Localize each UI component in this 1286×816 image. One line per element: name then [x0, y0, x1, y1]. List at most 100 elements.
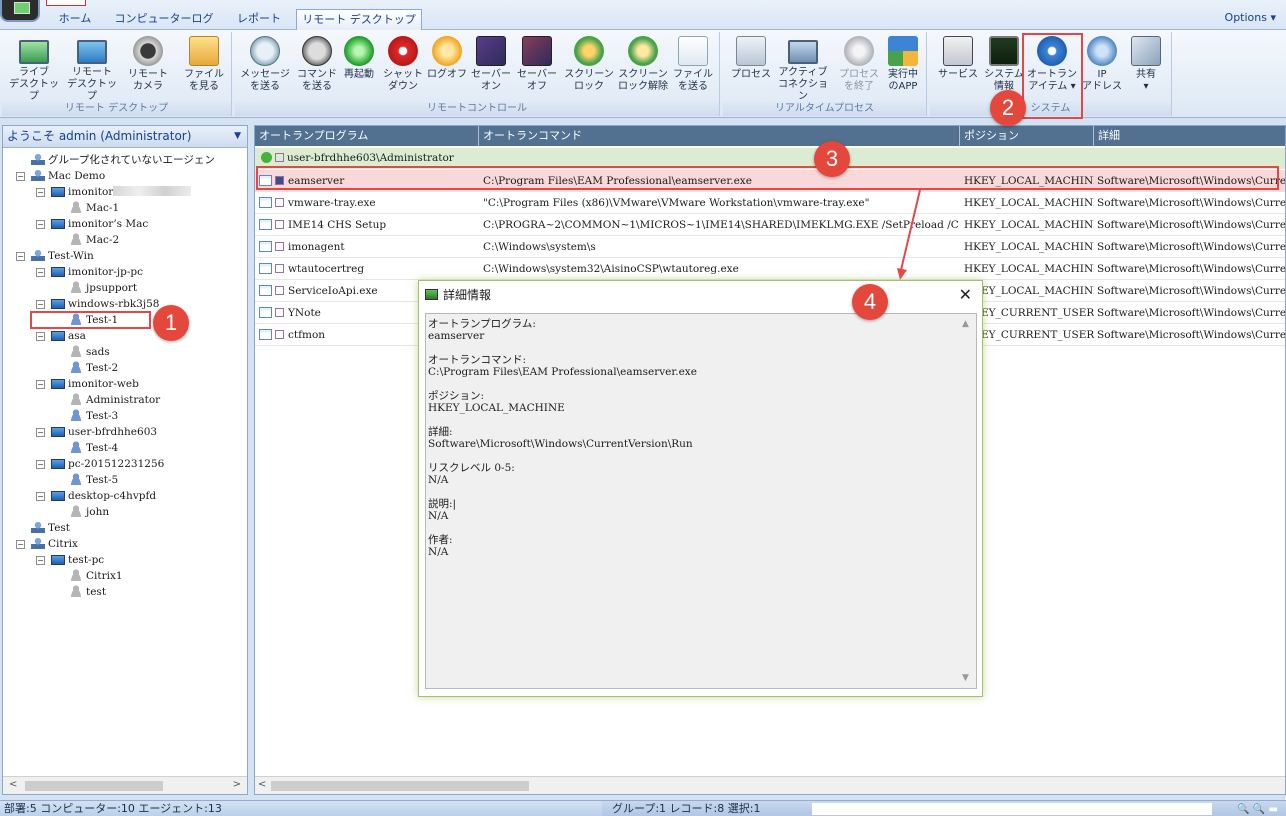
screen-unlock-button[interactable]: スクリーン ロック解除	[615, 36, 671, 102]
column-header-program[interactable]: オートランプログラム	[255, 126, 479, 146]
tree-node-pc-201512231256[interactable]: pc-201512231256	[51, 456, 164, 472]
tree-node-citrix[interactable]: Citrix	[31, 536, 78, 552]
tree-node-imonitor-web[interactable]: imonitor-web	[51, 376, 139, 392]
user-icon	[69, 569, 83, 581]
checkbox[interactable]	[275, 220, 284, 229]
collapse-icon[interactable]: −	[16, 252, 25, 261]
checkbox[interactable]	[275, 198, 284, 207]
tree-node-test-4[interactable]: Test-4	[69, 440, 118, 456]
tree-node-test[interactable]: Test	[31, 520, 70, 536]
tab-report[interactable]: レポート	[224, 9, 294, 30]
collapse-icon[interactable]: −	[36, 460, 45, 469]
scroll-left-icon[interactable]: <	[258, 779, 266, 790]
zoom-icon[interactable]: 🔍 🔍 ▬	[1237, 802, 1278, 816]
tree-node-asa[interactable]: asa	[51, 328, 86, 344]
tree-node-test-3[interactable]: Test-3	[69, 408, 118, 424]
status-search-field[interactable]	[812, 803, 1212, 815]
computer-icon	[51, 491, 65, 501]
column-header-command[interactable]: オートランコマンド	[479, 126, 960, 146]
tab-home[interactable]: ホーム	[46, 9, 104, 30]
tree-node-john[interactable]: john	[69, 504, 109, 520]
checkbox[interactable]	[275, 242, 284, 251]
collapse-icon[interactable]: −	[36, 268, 45, 277]
detail-field: オートランプログラム: eamserver	[428, 318, 536, 342]
remote-desktop-button[interactable]: リモート デスクトップ	[64, 36, 120, 102]
close-icon[interactable]: ✕	[959, 281, 972, 309]
tree-node-user-bfrdhhe603[interactable]: user-bfrdhhe603	[51, 424, 157, 440]
collapse-icon[interactable]: −	[16, 540, 25, 549]
tree-node-imonitor[interactable]: imonitor	[51, 184, 192, 200]
remote-camera-button[interactable]: リモート カメラ	[120, 36, 176, 102]
checkbox[interactable]	[275, 264, 284, 273]
tree-node-sads[interactable]: sads	[69, 344, 110, 360]
tab-remote-desktop[interactable]: リモート デスクトップ	[296, 9, 422, 31]
app-logo-icon[interactable]	[0, 0, 40, 22]
process-button[interactable]: プロセス	[723, 36, 779, 102]
user-icon	[69, 409, 83, 421]
tree-node-test-leaf[interactable]: test	[69, 584, 106, 600]
screen-lock-button[interactable]: スクリーン ロック	[561, 36, 617, 102]
checkbox[interactable]	[275, 153, 284, 162]
welcome-header[interactable]: ようこそ admin (Administrator) ▼	[3, 126, 247, 148]
table-row[interactable]: imonagent C:\Windows\system\s HKEY_LOCAL…	[255, 236, 1285, 258]
tab-computer-log[interactable]: コンピューターログ	[106, 9, 222, 30]
dropdown-arrow-icon[interactable]: ▼	[234, 126, 241, 147]
tree-node-test-pc[interactable]: test-pc	[51, 552, 104, 568]
active-connection-button[interactable]: アクティブ コネクション	[775, 36, 831, 102]
column-header-position[interactable]: ポジション	[960, 126, 1094, 146]
collapse-icon[interactable]: −	[36, 556, 45, 565]
share-button[interactable]: 共有 ▾	[1118, 36, 1174, 102]
scrollbar-thumb[interactable]	[271, 781, 529, 791]
tree-node-desktop-c4hvpfd[interactable]: desktop-c4hvpfd	[51, 488, 156, 504]
checkbox[interactable]	[275, 330, 284, 339]
scroll-up-icon[interactable]: ▲	[962, 318, 969, 330]
tree-node-ungrouped[interactable]: グループ化されていないエージェン	[31, 152, 215, 168]
table-row[interactable]: vmware-tray.exe "C:\Program Files (x86)\…	[255, 192, 1285, 214]
tree-node-jpsupport[interactable]: jpsupport	[69, 280, 137, 296]
dialog-vertical-scrollbar[interactable]: ▲ ▼	[960, 316, 974, 686]
scroll-left-icon[interactable]: <	[9, 779, 17, 790]
dialog-titlebar[interactable]: 詳細情報 ✕	[419, 281, 982, 309]
collapse-icon[interactable]: −	[16, 172, 25, 181]
collapse-icon[interactable]: −	[36, 492, 45, 501]
tree-node-test-win[interactable]: Test-Win	[31, 248, 94, 264]
collapse-icon[interactable]: −	[36, 220, 45, 229]
collapse-icon[interactable]: −	[36, 188, 45, 197]
send-message-button[interactable]: メッセージ を送る	[237, 36, 293, 102]
scrollbar-thumb[interactable]	[25, 781, 163, 791]
computer-icon	[51, 331, 65, 341]
saver-off-button[interactable]: セーバー オフ	[509, 36, 565, 102]
collapse-icon[interactable]: −	[36, 332, 45, 341]
live-desktop-button[interactable]: ライブ デスクトップ	[6, 36, 62, 102]
table-row[interactable]: IME14 CHS Setup C:\PROGRA~2\COMMON~1\MIC…	[255, 214, 1285, 236]
collapse-icon[interactable]: −	[36, 300, 45, 309]
tree-node-test-5[interactable]: Test-5	[69, 472, 118, 488]
computer-icon	[51, 427, 65, 437]
column-header-detail[interactable]: 詳細	[1094, 126, 1285, 146]
tree-node-mac-demo[interactable]: Mac Demo	[31, 168, 105, 184]
tree-node-imonitor-jp-pc[interactable]: imonitor-jp-pc	[51, 264, 143, 280]
dialog-details-text[interactable]: オートランプログラム: eamserver オートランコマンド: C:\Progra…	[425, 313, 977, 689]
tree-node-administrator[interactable]: Administrator	[69, 392, 160, 408]
tree-horizontal-scrollbar[interactable]: < >	[3, 776, 247, 794]
table-row[interactable]: wtautocertreg C:\Windows\system32\Aisino…	[255, 258, 1285, 280]
tree-node-test-2[interactable]: Test-2	[69, 360, 118, 376]
group-expand-icon[interactable]	[261, 152, 272, 163]
grid-horizontal-scrollbar[interactable]: <	[255, 776, 1285, 794]
checkbox[interactable]	[275, 308, 284, 317]
scroll-right-icon[interactable]: >	[233, 779, 241, 790]
running-app-button[interactable]: 実行中 のAPP	[875, 36, 931, 102]
tree-node-citrix1[interactable]: Citrix1	[69, 568, 123, 584]
folder-icon	[189, 36, 219, 66]
tree-node-mac-2[interactable]: Mac-2	[69, 232, 119, 248]
tree-node-imonitors-mac[interactable]: imonitor’s Mac	[51, 216, 148, 232]
collapse-icon[interactable]: −	[36, 428, 45, 437]
tree-node-windows-rbk3j58[interactable]: windows-rbk3j58	[51, 296, 159, 312]
send-file-button[interactable]: ファイル を送る	[665, 36, 721, 102]
collapse-icon[interactable]: −	[36, 380, 45, 389]
scroll-down-icon[interactable]: ▼	[962, 672, 969, 684]
file-view-button[interactable]: ファイル を見る	[176, 36, 232, 102]
tree-node-mac-1[interactable]: Mac-1	[69, 200, 119, 216]
checkbox[interactable]	[275, 286, 284, 295]
options-menu[interactable]: Options ▾	[1225, 11, 1276, 24]
